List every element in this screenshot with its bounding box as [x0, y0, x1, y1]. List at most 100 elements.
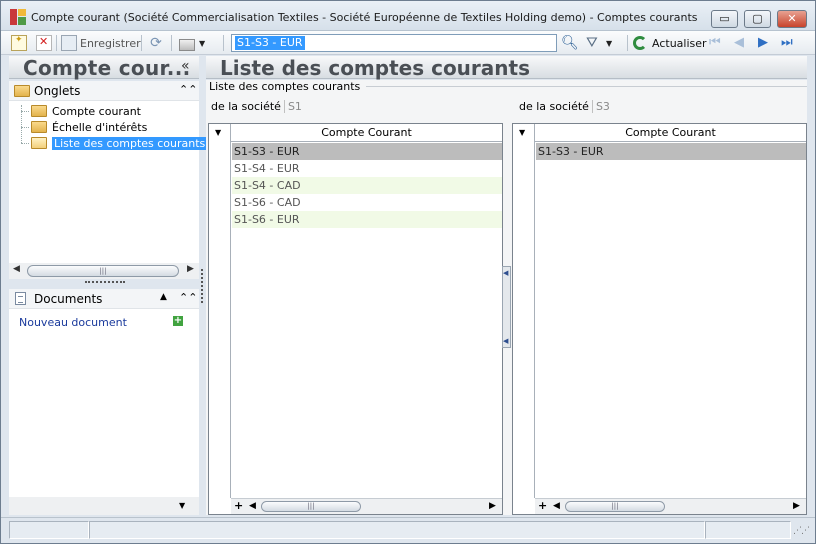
- onglets-tree: Compte courant Échelle d'intérêts Liste …: [9, 101, 208, 263]
- left-panel-header: Compte cour... «: [9, 56, 199, 80]
- documents-label: Documents: [34, 292, 103, 306]
- chevron-down-icon[interactable]: ▼: [179, 501, 185, 510]
- resize-grip-icon[interactable]: ⋰⋰: [793, 526, 810, 536]
- documents-section-header[interactable]: Documents ▲ ⌃⌃: [9, 289, 199, 309]
- table-row[interactable]: S1-S3 - EUR: [536, 143, 806, 160]
- table-row[interactable]: S1-S6 - CAD: [232, 194, 502, 211]
- app-logo-icon: [10, 9, 26, 25]
- onglets-section-header[interactable]: Onglets ⌃⌃: [9, 81, 199, 101]
- add-document-icon[interactable]: +: [173, 316, 183, 326]
- column-header[interactable]: Compte Courant: [535, 124, 806, 142]
- actualiser-button[interactable]: Actualiser: [633, 34, 707, 52]
- maximize-button[interactable]: ▢: [744, 10, 771, 28]
- collapse-right-icon[interactable]: ◀: [503, 337, 508, 345]
- collapse-up-icon[interactable]: ⌃⌃: [179, 291, 197, 304]
- left-panel-footer: ▼: [9, 497, 199, 515]
- first-icon[interactable]: ⏮︎: [709, 36, 721, 50]
- societe-label: de la société: [519, 100, 589, 113]
- societe-filter-right: de la société S3: [519, 100, 610, 113]
- tree-horizontal-scrollbar[interactable]: ◀ ||| ▶: [9, 263, 199, 279]
- societe-label: de la société: [211, 100, 281, 113]
- documents-panel: Nouveau document +: [9, 309, 199, 497]
- filter-dropdown-icon[interactable]: ▼: [606, 39, 612, 48]
- column-header[interactable]: Compte Courant: [231, 124, 502, 142]
- table-row[interactable]: S1-S4 - EUR: [232, 160, 502, 177]
- folder-icon: [31, 121, 47, 133]
- horizontal-splitter[interactable]: [85, 281, 125, 284]
- comptes-grid-left: ▼ Compte Courant S1-S3 - EUR S1-S4 - EUR S…: [208, 123, 503, 515]
- new-button[interactable]: [11, 34, 27, 52]
- new-icon: [11, 35, 27, 51]
- societe-filter-left: de la société S1: [211, 100, 302, 113]
- collapse-left-icon[interactable]: ◀: [503, 269, 508, 277]
- grid-horizontal-scrollbar[interactable]: + ◀ ||| ▶: [231, 498, 502, 514]
- tree-item-echelle-interets[interactable]: Échelle d'intérêts: [21, 119, 147, 135]
- filter-button[interactable]: ⛛ ▼: [586, 34, 612, 52]
- save-icon: [61, 35, 77, 51]
- document-icon: [15, 292, 26, 305]
- actualiser-icon: [633, 36, 647, 50]
- scroll-right-icon[interactable]: ▶: [187, 264, 194, 274]
- print-dropdown-icon[interactable]: ▼: [199, 39, 205, 48]
- window-title: Compte courant (Société Commercialisatio…: [31, 11, 698, 24]
- search-field[interactable]: S1-S3 - EUR: [231, 34, 557, 52]
- scroll-right-icon[interactable]: ▶: [793, 501, 800, 511]
- refresh-button[interactable]: ⟳: [148, 34, 164, 52]
- minimize-button[interactable]: ▭: [711, 10, 738, 28]
- scrollbar-thumb[interactable]: |||: [27, 265, 179, 277]
- save-button[interactable]: Enregistrer: [61, 34, 141, 52]
- filter-icon: ⛛: [586, 35, 598, 51]
- scroll-left-icon[interactable]: ◀: [553, 501, 560, 511]
- app-window: Compte courant (Société Commercialisatio…: [0, 0, 816, 544]
- grid-splitter[interactable]: ◀ ◀: [502, 266, 511, 348]
- main-header: Liste des comptes courants: [206, 56, 807, 80]
- status-bar: ⋰⋰: [1, 517, 815, 543]
- table-row[interactable]: S1-S6 - EUR: [232, 211, 502, 228]
- next-icon[interactable]: ▶: [758, 36, 768, 50]
- table-row[interactable]: S1-S4 - CAD: [232, 177, 502, 194]
- prev-icon[interactable]: ◀: [734, 36, 744, 50]
- delete-button[interactable]: [36, 34, 52, 52]
- status-cell: [705, 521, 791, 539]
- scroll-left-icon[interactable]: ◀: [249, 501, 256, 511]
- tree-item-liste-comptes[interactable]: Liste des comptes courants: [21, 135, 208, 151]
- close-button[interactable]: ✕: [777, 10, 807, 28]
- column-menu-icon[interactable]: ▼: [215, 128, 221, 137]
- new-document-link[interactable]: Nouveau document: [19, 316, 127, 329]
- grid-horizontal-scrollbar[interactable]: + ◀ ||| ▶: [535, 498, 806, 514]
- collapse-panel-icon[interactable]: «: [181, 58, 190, 74]
- onglets-label: Onglets: [34, 84, 81, 98]
- tree-item-compte-courant[interactable]: Compte courant: [21, 103, 141, 119]
- print-icon: [179, 38, 195, 51]
- column-menu-icon[interactable]: ▼: [519, 128, 525, 137]
- vertical-splitter[interactable]: [201, 269, 203, 303]
- search-button[interactable]: 🔍︎: [561, 34, 579, 52]
- comptes-grid-right: ▼ Compte Courant S1-S3 - EUR + ◀ ||| ▶: [512, 123, 807, 515]
- add-row-icon[interactable]: +: [234, 499, 243, 512]
- open-folder-icon: [31, 137, 47, 149]
- societe-value[interactable]: S1: [283, 100, 302, 113]
- folder-icon: [14, 85, 30, 97]
- grid-rows: S1-S3 - EUR S1-S4 - EUR S1-S4 - CAD S1-S6 -…: [232, 143, 502, 228]
- last-icon[interactable]: ⏭︎: [781, 36, 793, 50]
- tree-item-label: Échelle d'intérêts: [52, 120, 148, 134]
- table-row[interactable]: S1-S3 - EUR: [232, 143, 502, 160]
- chevron-up-icon[interactable]: ▲: [160, 292, 167, 302]
- scrollbar-thumb[interactable]: |||: [565, 501, 665, 512]
- refresh-icon: ⟳: [150, 35, 162, 51]
- page-title: Liste des comptes courants: [220, 56, 530, 80]
- grid-gutter: ▼: [513, 124, 535, 498]
- collapse-up-icon[interactable]: ⌃⌃: [179, 83, 197, 96]
- societe-value[interactable]: S3: [591, 100, 610, 113]
- scrollbar-thumb[interactable]: |||: [261, 501, 361, 512]
- grid-rows: S1-S3 - EUR: [536, 143, 806, 160]
- print-button[interactable]: ▼: [179, 34, 205, 52]
- grid-gutter: ▼: [209, 124, 231, 498]
- scroll-left-icon[interactable]: ◀: [13, 264, 20, 274]
- actualiser-label: Actualiser: [652, 36, 707, 50]
- add-row-icon[interactable]: +: [538, 499, 547, 512]
- search-icon: 🔍︎: [561, 35, 579, 51]
- search-input-value[interactable]: S1-S3 - EUR: [235, 36, 305, 50]
- delete-icon: [36, 35, 52, 51]
- scroll-right-icon[interactable]: ▶: [489, 501, 496, 511]
